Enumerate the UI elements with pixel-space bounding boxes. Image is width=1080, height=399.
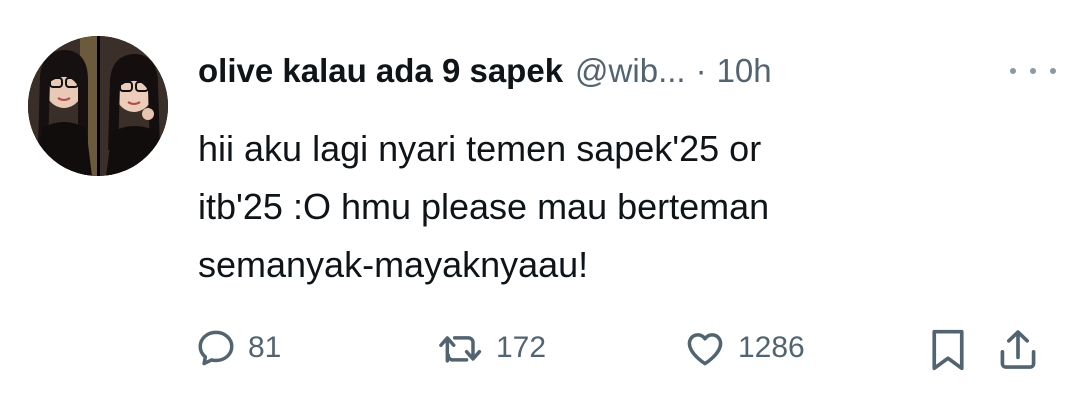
author-display-name[interactable]: olive kalau ada 9 sapek: [198, 52, 563, 90]
author-handle[interactable]: @wib...: [575, 52, 686, 90]
avatar[interactable]: [28, 36, 168, 176]
tweet-text-line: semanyak-mayaknyaau!: [198, 244, 589, 285]
reply-button[interactable]: 81: [194, 326, 281, 370]
bookmark-icon: [932, 329, 964, 371]
tweet-text-line: itb'25 :O hmu please mau berteman: [198, 186, 770, 227]
heart-icon: [687, 333, 723, 366]
share-button[interactable]: [996, 326, 1040, 374]
bookmark-button[interactable]: [926, 326, 970, 374]
reply-icon: [198, 330, 234, 366]
profile-photo-icon: [28, 36, 168, 176]
more-icon-dot: [1050, 68, 1056, 74]
tweet-actions: 81 172 1286: [0, 318, 1080, 378]
tweet-text-line: hii aku lagi nyari temen sapek'25 or: [198, 128, 762, 169]
retweet-icon: [439, 336, 482, 363]
reply-count: 81: [248, 331, 282, 364]
more-button[interactable]: [1010, 58, 1056, 84]
tweet-header: olive kalau ada 9 sapek @wib... · 10h: [198, 46, 772, 96]
more-icon-dot: [1030, 68, 1036, 74]
header-separator: ·: [695, 52, 707, 89]
share-icon: [1000, 330, 1036, 369]
retweet-count: 172: [496, 331, 547, 364]
tweet-timestamp[interactable]: 10h: [717, 52, 772, 90]
like-button[interactable]: 1286: [682, 326, 805, 370]
more-icon: [1010, 68, 1016, 74]
like-count: 1286: [738, 331, 805, 364]
tweet-card[interactable]: olive kalau ada 9 sapek @wib... · 10h hi…: [0, 0, 1080, 399]
retweet-button[interactable]: 172: [438, 326, 546, 370]
tweet-text: hii aku lagi nyari temen sapek'25 or itb…: [198, 120, 958, 294]
